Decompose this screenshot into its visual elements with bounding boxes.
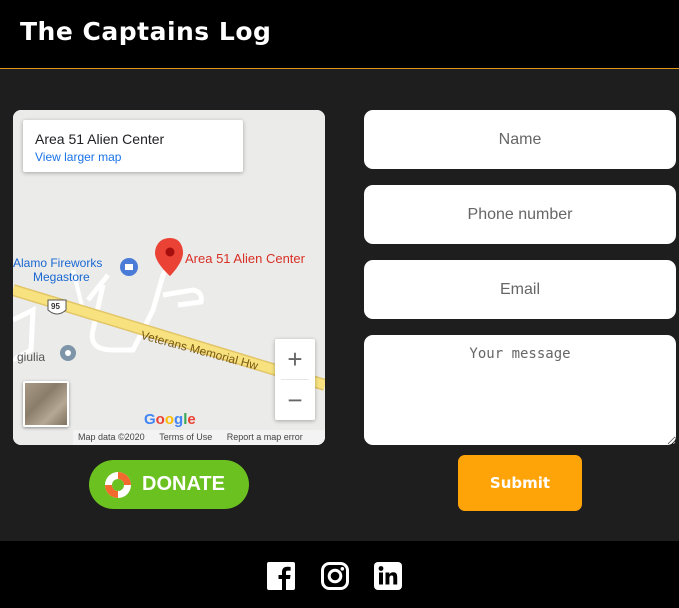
google-logo: Google — [144, 411, 196, 428]
site-title: The Captains Log — [20, 17, 272, 46]
store-label-line2[interactable]: Megastore — [33, 270, 90, 284]
map-zoom-control: + − — [275, 339, 315, 420]
map-data-text: Map data ©2020 — [78, 432, 145, 442]
phone-input[interactable] — [364, 185, 676, 244]
instagram-icon[interactable] — [320, 561, 350, 591]
lifebuoy-icon — [105, 472, 131, 498]
site-footer — [0, 541, 679, 608]
store-label-line1[interactable]: Alamo Fireworks — [13, 256, 102, 270]
map-attribution: Map data ©2020 Terms of Use Report a map… — [73, 430, 325, 445]
pin-label[interactable]: Area 51 Alien Center — [185, 251, 305, 266]
map-place-name: Area 51 Alien Center — [35, 131, 165, 147]
poi-label[interactable]: e giulia — [13, 350, 45, 364]
zoom-out-button[interactable]: − — [275, 380, 315, 420]
zoom-in-button[interactable]: + — [275, 339, 315, 379]
submit-button[interactable]: Submit — [458, 455, 582, 511]
donate-button[interactable]: DONATE — [89, 460, 249, 509]
terms-link[interactable]: Terms of Use — [159, 432, 212, 442]
linkedin-icon[interactable] — [373, 561, 403, 591]
message-textarea[interactable] — [364, 335, 676, 445]
embedded-map[interactable]: Area 51 Alien Center View larger map Are… — [13, 110, 325, 445]
facebook-icon[interactable] — [266, 561, 296, 591]
map-info-card: Area 51 Alien Center View larger map — [23, 120, 243, 172]
view-larger-map-link[interactable]: View larger map — [35, 150, 121, 164]
donate-label: DONATE — [142, 473, 225, 495]
route-shield-number: 95 — [51, 302, 60, 311]
site-header: The Captains Log — [0, 0, 679, 69]
email-input[interactable] — [364, 260, 676, 319]
name-input[interactable] — [364, 110, 676, 169]
report-error-link[interactable]: Report a map error — [227, 432, 303, 442]
satellite-toggle-button[interactable] — [23, 381, 69, 427]
